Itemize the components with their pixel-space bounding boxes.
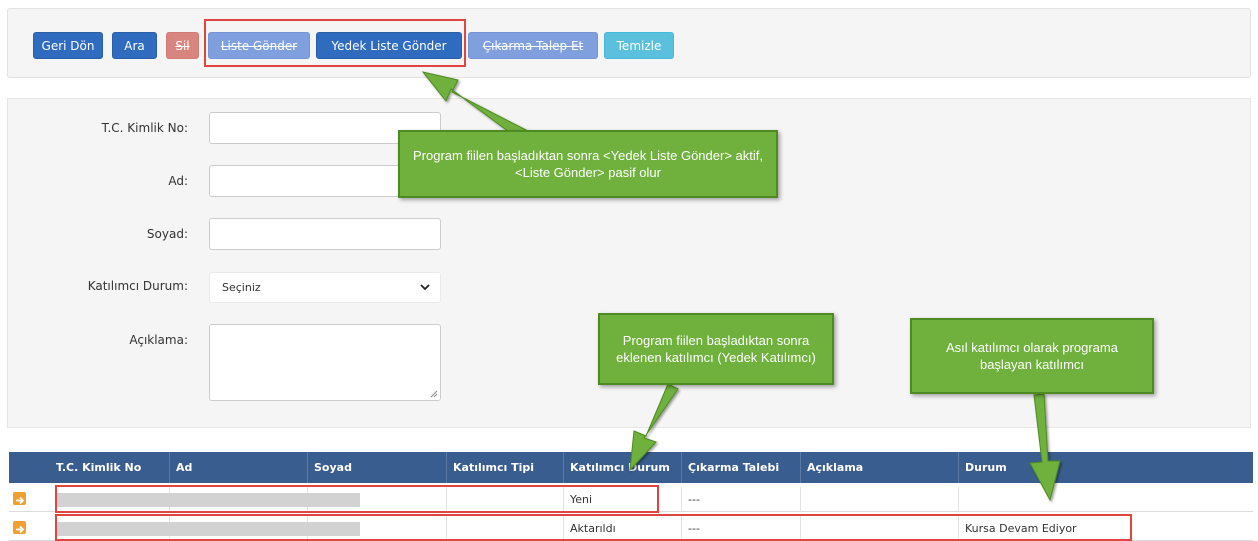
cell-description: [801, 516, 959, 541]
description-label: Açıklama:: [129, 333, 188, 347]
last-name-input[interactable]: [209, 218, 441, 250]
cell-participant-type: [447, 487, 564, 512]
cell-participant-status: Aktarıldı: [564, 516, 682, 541]
request-removal-button[interactable]: Çıkarma Talep Et: [468, 32, 598, 59]
callout-reserve-note: Program fiilen başladıktan sonra eklenen…: [598, 313, 834, 385]
callout-buttons-note: Program fiilen başladıktan sonra <Yedek …: [398, 130, 778, 198]
status-label: Katılımcı Durum:: [87, 279, 188, 293]
column-header-last-name[interactable]: Soyad: [308, 452, 447, 483]
last-name-label: Soyad:: [146, 227, 188, 241]
column-header-removal-request[interactable]: Çıkarma Talebi: [682, 452, 801, 483]
tc-label: T.C. Kimlik No:: [101, 121, 188, 135]
arrow-right-icon[interactable]: [13, 521, 26, 534]
cell-description: [801, 487, 959, 512]
cell-status: [959, 487, 1253, 512]
send-list-button[interactable]: Liste Gönder: [208, 32, 310, 59]
search-button[interactable]: Ara: [112, 32, 157, 59]
status-select-value: Seçiniz: [222, 281, 261, 294]
table-header: T.C. Kimlik No Ad Soyad Katılımcı Tipi K…: [9, 452, 1253, 483]
callout-main-note: Asıl katılımcı olarak programa başlayan …: [910, 318, 1154, 394]
back-button[interactable]: Geri Dön: [33, 32, 103, 59]
cell-participant-status: Yeni: [564, 487, 682, 512]
status-select[interactable]: Seçiniz: [209, 272, 441, 303]
cell-removal-request: ---: [682, 516, 801, 541]
cell-removal-request: ---: [682, 487, 801, 512]
table-row[interactable]: Aktarıldı --- Kursa Devam Ediyor: [9, 516, 1253, 541]
column-header-description[interactable]: Açıklama: [801, 452, 959, 483]
column-header-participant-type[interactable]: Katılımcı Tipi: [447, 452, 564, 483]
chevron-down-icon: [420, 284, 430, 291]
column-header-participant-status[interactable]: Katılımcı Durum: [564, 452, 682, 483]
first-name-label: Ad:: [168, 174, 188, 188]
column-header-status[interactable]: Durum: [959, 452, 1253, 483]
arrow-right-icon[interactable]: [13, 492, 26, 505]
redacted-name-block: [57, 493, 360, 507]
resize-grip-icon[interactable]: [429, 389, 438, 398]
column-header-first-name[interactable]: Ad: [170, 452, 308, 483]
column-header-tc[interactable]: T.C. Kimlik No: [50, 452, 170, 483]
send-reserve-list-button[interactable]: Yedek Liste Gönder: [316, 32, 462, 59]
table-row[interactable]: Yeni ---: [9, 487, 1253, 512]
cell-participant-type: [447, 516, 564, 541]
clear-button[interactable]: Temizle: [604, 32, 674, 59]
description-textarea[interactable]: [209, 324, 441, 401]
redacted-name-block: [57, 522, 360, 536]
cell-status: Kursa Devam Ediyor: [965, 522, 1077, 535]
delete-button[interactable]: Sil: [166, 32, 199, 59]
